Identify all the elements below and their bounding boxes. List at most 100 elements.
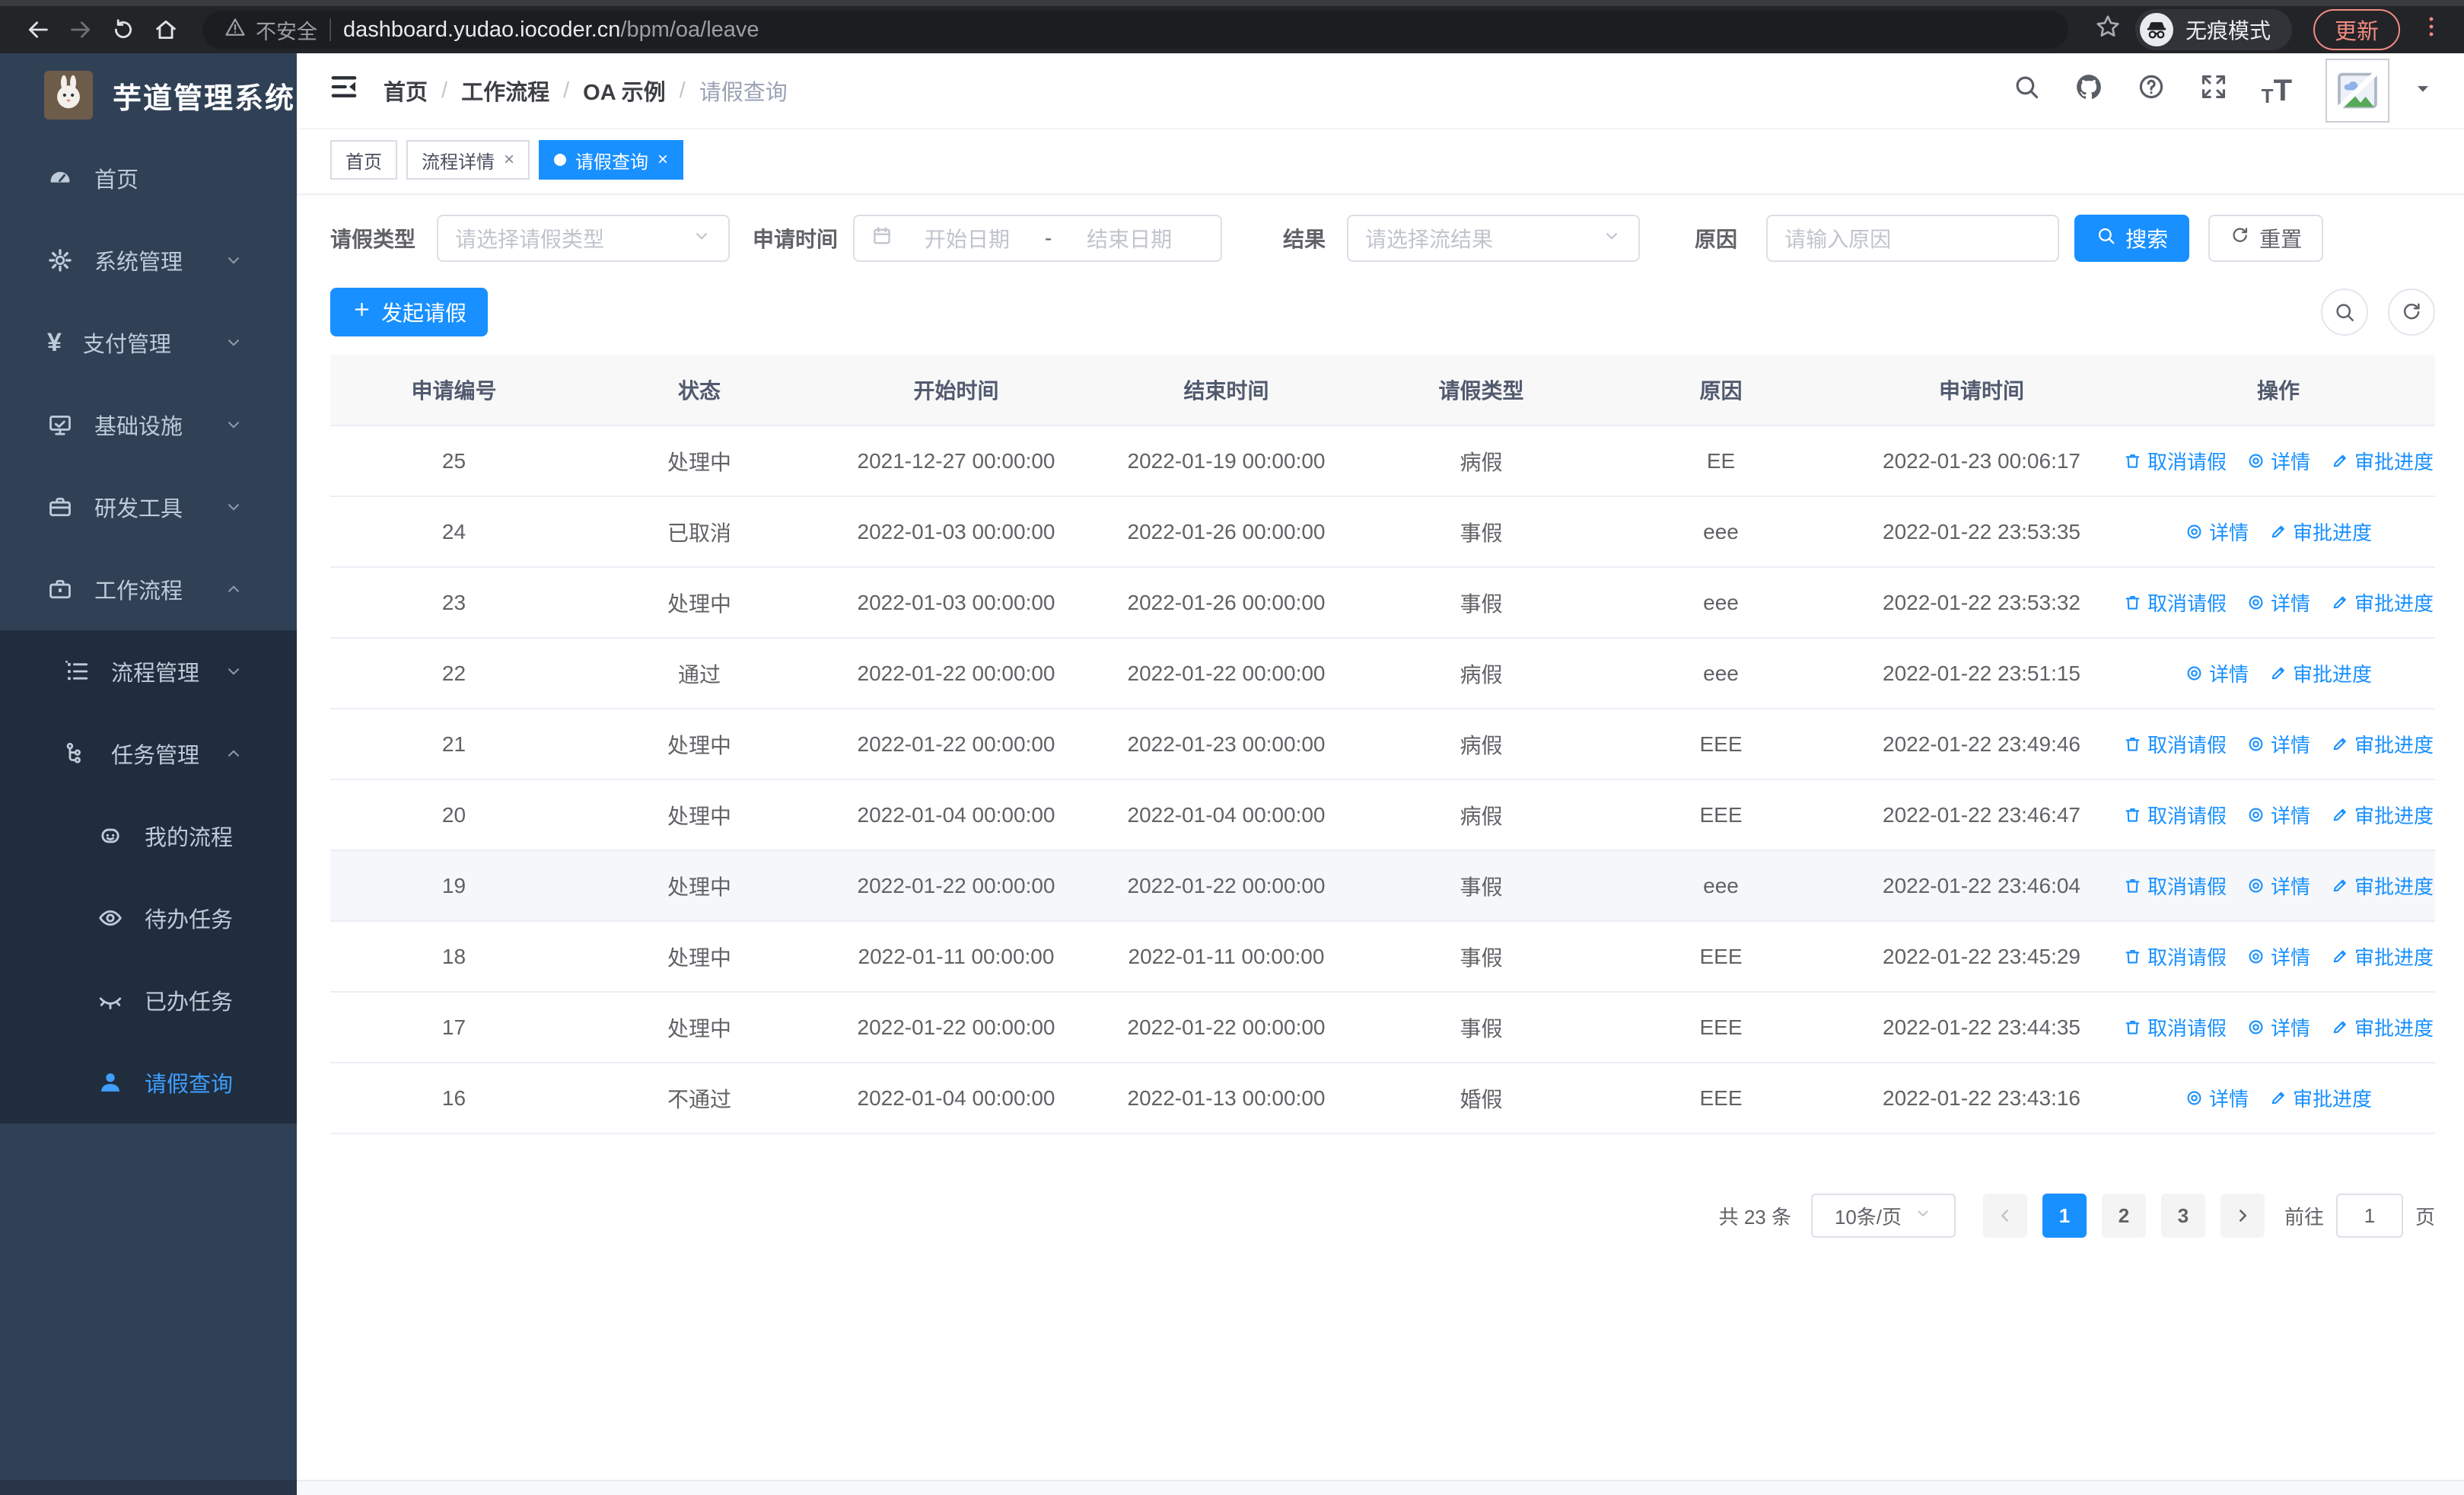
action-progress[interactable]: 审批进度 [2330,801,2434,829]
font-size-icon[interactable]: TT [2262,75,2292,106]
action-detail[interactable]: 详情 [2246,801,2310,829]
sidebar-item-infrastructure[interactable]: 基础设施 [0,384,297,466]
table-row[interactable]: 17 处理中 2022-01-22 00:00:00 2022-01-22 00… [330,993,2435,1063]
help-icon [2137,72,2166,101]
sidebar-item-payment-management[interactable]: ¥ 支付管理 [0,301,297,384]
table-row[interactable]: 18 处理中 2022-01-11 00:00:00 2022-01-11 00… [330,922,2435,993]
table-row[interactable]: 19 处理中 2022-01-22 00:00:00 2022-01-22 00… [330,851,2435,922]
action-progress[interactable]: 审批进度 [2268,659,2372,687]
breadcrumb-item[interactable]: 工作流程 [461,75,549,107]
sidebar-collapse-icon[interactable] [329,72,359,110]
breadcrumb-item[interactable]: OA 示例 [583,75,665,107]
action-cancel[interactable]: 取消请假 [2123,447,2227,475]
search-button[interactable]: 搜索 [2074,215,2190,262]
action-cancel[interactable]: 取消请假 [2123,872,2227,900]
cell-status: 处理中 [667,591,731,616]
apply-time-range-picker[interactable]: 开始日期 - 结束日期 [853,215,1223,262]
next-page-button[interactable] [2220,1194,2265,1238]
action-detail[interactable]: 详情 [2185,659,2249,687]
table-row[interactable]: 16 不通过 2022-01-04 00:00:00 2022-01-13 00… [330,1063,2435,1134]
action-detail[interactable]: 详情 [2185,1084,2249,1112]
cell-start-time: 2022-01-04 00:00:00 [857,1085,1055,1110]
sidebar-item-dev-tools[interactable]: 研发工具 [0,466,297,548]
table-row[interactable]: 20 处理中 2022-01-04 00:00:00 2022-01-04 00… [330,780,2435,851]
sidebar-item-todo-tasks[interactable]: 待办任务 [0,877,297,959]
fullscreen-icon[interactable] [2199,72,2228,109]
action-detail[interactable]: 详情 [2246,1013,2310,1041]
browser-menu-icon[interactable] [2418,14,2444,46]
app-logo[interactable]: 芋道管理系统 [0,53,297,137]
action-cancel[interactable]: 取消请假 [2123,730,2227,758]
reset-button[interactable]: 重置 [2208,215,2324,262]
page-button-3[interactable]: 3 [2160,1194,2205,1238]
caret-down-icon[interactable] [2412,78,2434,104]
sidebar-item-my-process[interactable]: 我的流程 [0,795,297,877]
tree-icon [64,741,90,767]
briefcase-icon [47,576,73,602]
reason-input[interactable]: 请输入原因 [1766,215,2060,262]
action-progress[interactable]: 审批进度 [2330,447,2434,475]
avatar[interactable] [2326,59,2389,123]
table-row[interactable]: 23 处理中 2022-01-03 00:00:00 2022-01-26 00… [330,568,2435,639]
action-detail[interactable]: 详情 [2246,942,2310,971]
action-progress[interactable]: 审批进度 [2268,518,2372,546]
leave-type-select[interactable]: 请选择请假类型 [437,215,731,262]
action-progress[interactable]: 审批进度 [2330,1013,2434,1041]
goto-page-input[interactable]: 1 [2335,1194,2403,1238]
sidebar-item-task-management[interactable]: 任务管理 [0,712,297,795]
action-detail[interactable]: 详情 [2246,872,2310,900]
back-button[interactable] [20,11,56,48]
action-detail[interactable]: 详情 [2246,730,2310,758]
sidebar-item-workflow[interactable]: 工作流程 [0,548,297,630]
url-bar[interactable]: 不安全 dashboard.yudao.iocoder.cn/bpm/oa/le… [202,11,2068,49]
action-cancel[interactable]: 取消请假 [2123,942,2227,971]
action-cancel[interactable]: 取消请假 [2123,1013,2227,1041]
action-cancel[interactable]: 取消请假 [2123,801,2227,829]
github-icon[interactable] [2074,72,2103,109]
table-row[interactable]: 24 已取消 2022-01-03 00:00:00 2022-01-26 00… [330,497,2435,568]
action-progress[interactable]: 审批进度 [2330,588,2434,617]
page-button-1[interactable]: 1 [2042,1194,2087,1238]
result-select[interactable]: 请选择流结果 [1347,215,1641,262]
forward-button[interactable] [62,11,99,48]
search-icon[interactable] [2012,72,2041,109]
cell-end-time: 2022-01-04 00:00:00 [1127,802,1326,827]
table-row[interactable]: 21 处理中 2022-01-22 00:00:00 2022-01-23 00… [330,709,2435,780]
prev-page-button[interactable] [1982,1194,2027,1238]
action-cancel[interactable]: 取消请假 [2123,588,2227,617]
cell-leave-type: 病假 [1460,662,1503,687]
sidebar-item-done-tasks[interactable]: 已办任务 [0,959,297,1041]
pagination: 共 23 条 10条/页 123 前往 1 页 [330,1194,2435,1238]
tab-process-detail[interactable]: 流程详情 × [406,140,530,180]
reload-button[interactable] [105,11,142,48]
sidebar-item-process-management[interactable]: 流程管理 [0,630,297,712]
action-progress[interactable]: 审批进度 [2330,942,2434,971]
sidebar-item-leave-query[interactable]: 请假查询 [0,1041,297,1124]
tab-leave-query[interactable]: 请假查询 × [539,140,684,180]
tab-home[interactable]: 首页 [330,140,397,180]
action-progress[interactable]: 审批进度 [2330,730,2434,758]
action-detail[interactable]: 详情 [2185,518,2249,546]
close-icon[interactable]: × [657,151,668,169]
page-button-2[interactable]: 2 [2101,1194,2146,1238]
home-button[interactable] [148,11,184,48]
sidebar-item-system-management[interactable]: 系统管理 [0,219,297,301]
bookmark-star-icon[interactable] [2094,13,2122,47]
action-progress[interactable]: 审批进度 [2268,1084,2372,1112]
create-leave-button[interactable]: 发起请假 [330,288,489,336]
refresh-table-button[interactable] [2388,288,2435,336]
action-progress[interactable]: 审批进度 [2330,872,2434,900]
action-detail[interactable]: 详情 [2246,447,2310,475]
hide-search-button[interactable] [2321,288,2368,336]
security-status[interactable]: 不安全 [224,15,317,45]
table-row[interactable]: 25 处理中 2021-12-27 00:00:00 2022-01-19 00… [330,426,2435,497]
update-button[interactable]: 更新 [2313,9,2400,50]
start-date-placeholder: 开始日期 [924,228,1010,251]
page-size-select[interactable]: 10条/页 [1810,1194,1956,1238]
help-icon[interactable] [2137,72,2166,109]
table-row[interactable]: 22 通过 2022-01-22 00:00:00 2022-01-22 00:… [330,639,2435,709]
action-detail[interactable]: 详情 [2246,588,2310,617]
close-icon[interactable]: × [504,151,514,169]
sidebar-item-home[interactable]: 首页 [0,137,297,219]
breadcrumb-item[interactable]: 首页 [384,75,428,107]
